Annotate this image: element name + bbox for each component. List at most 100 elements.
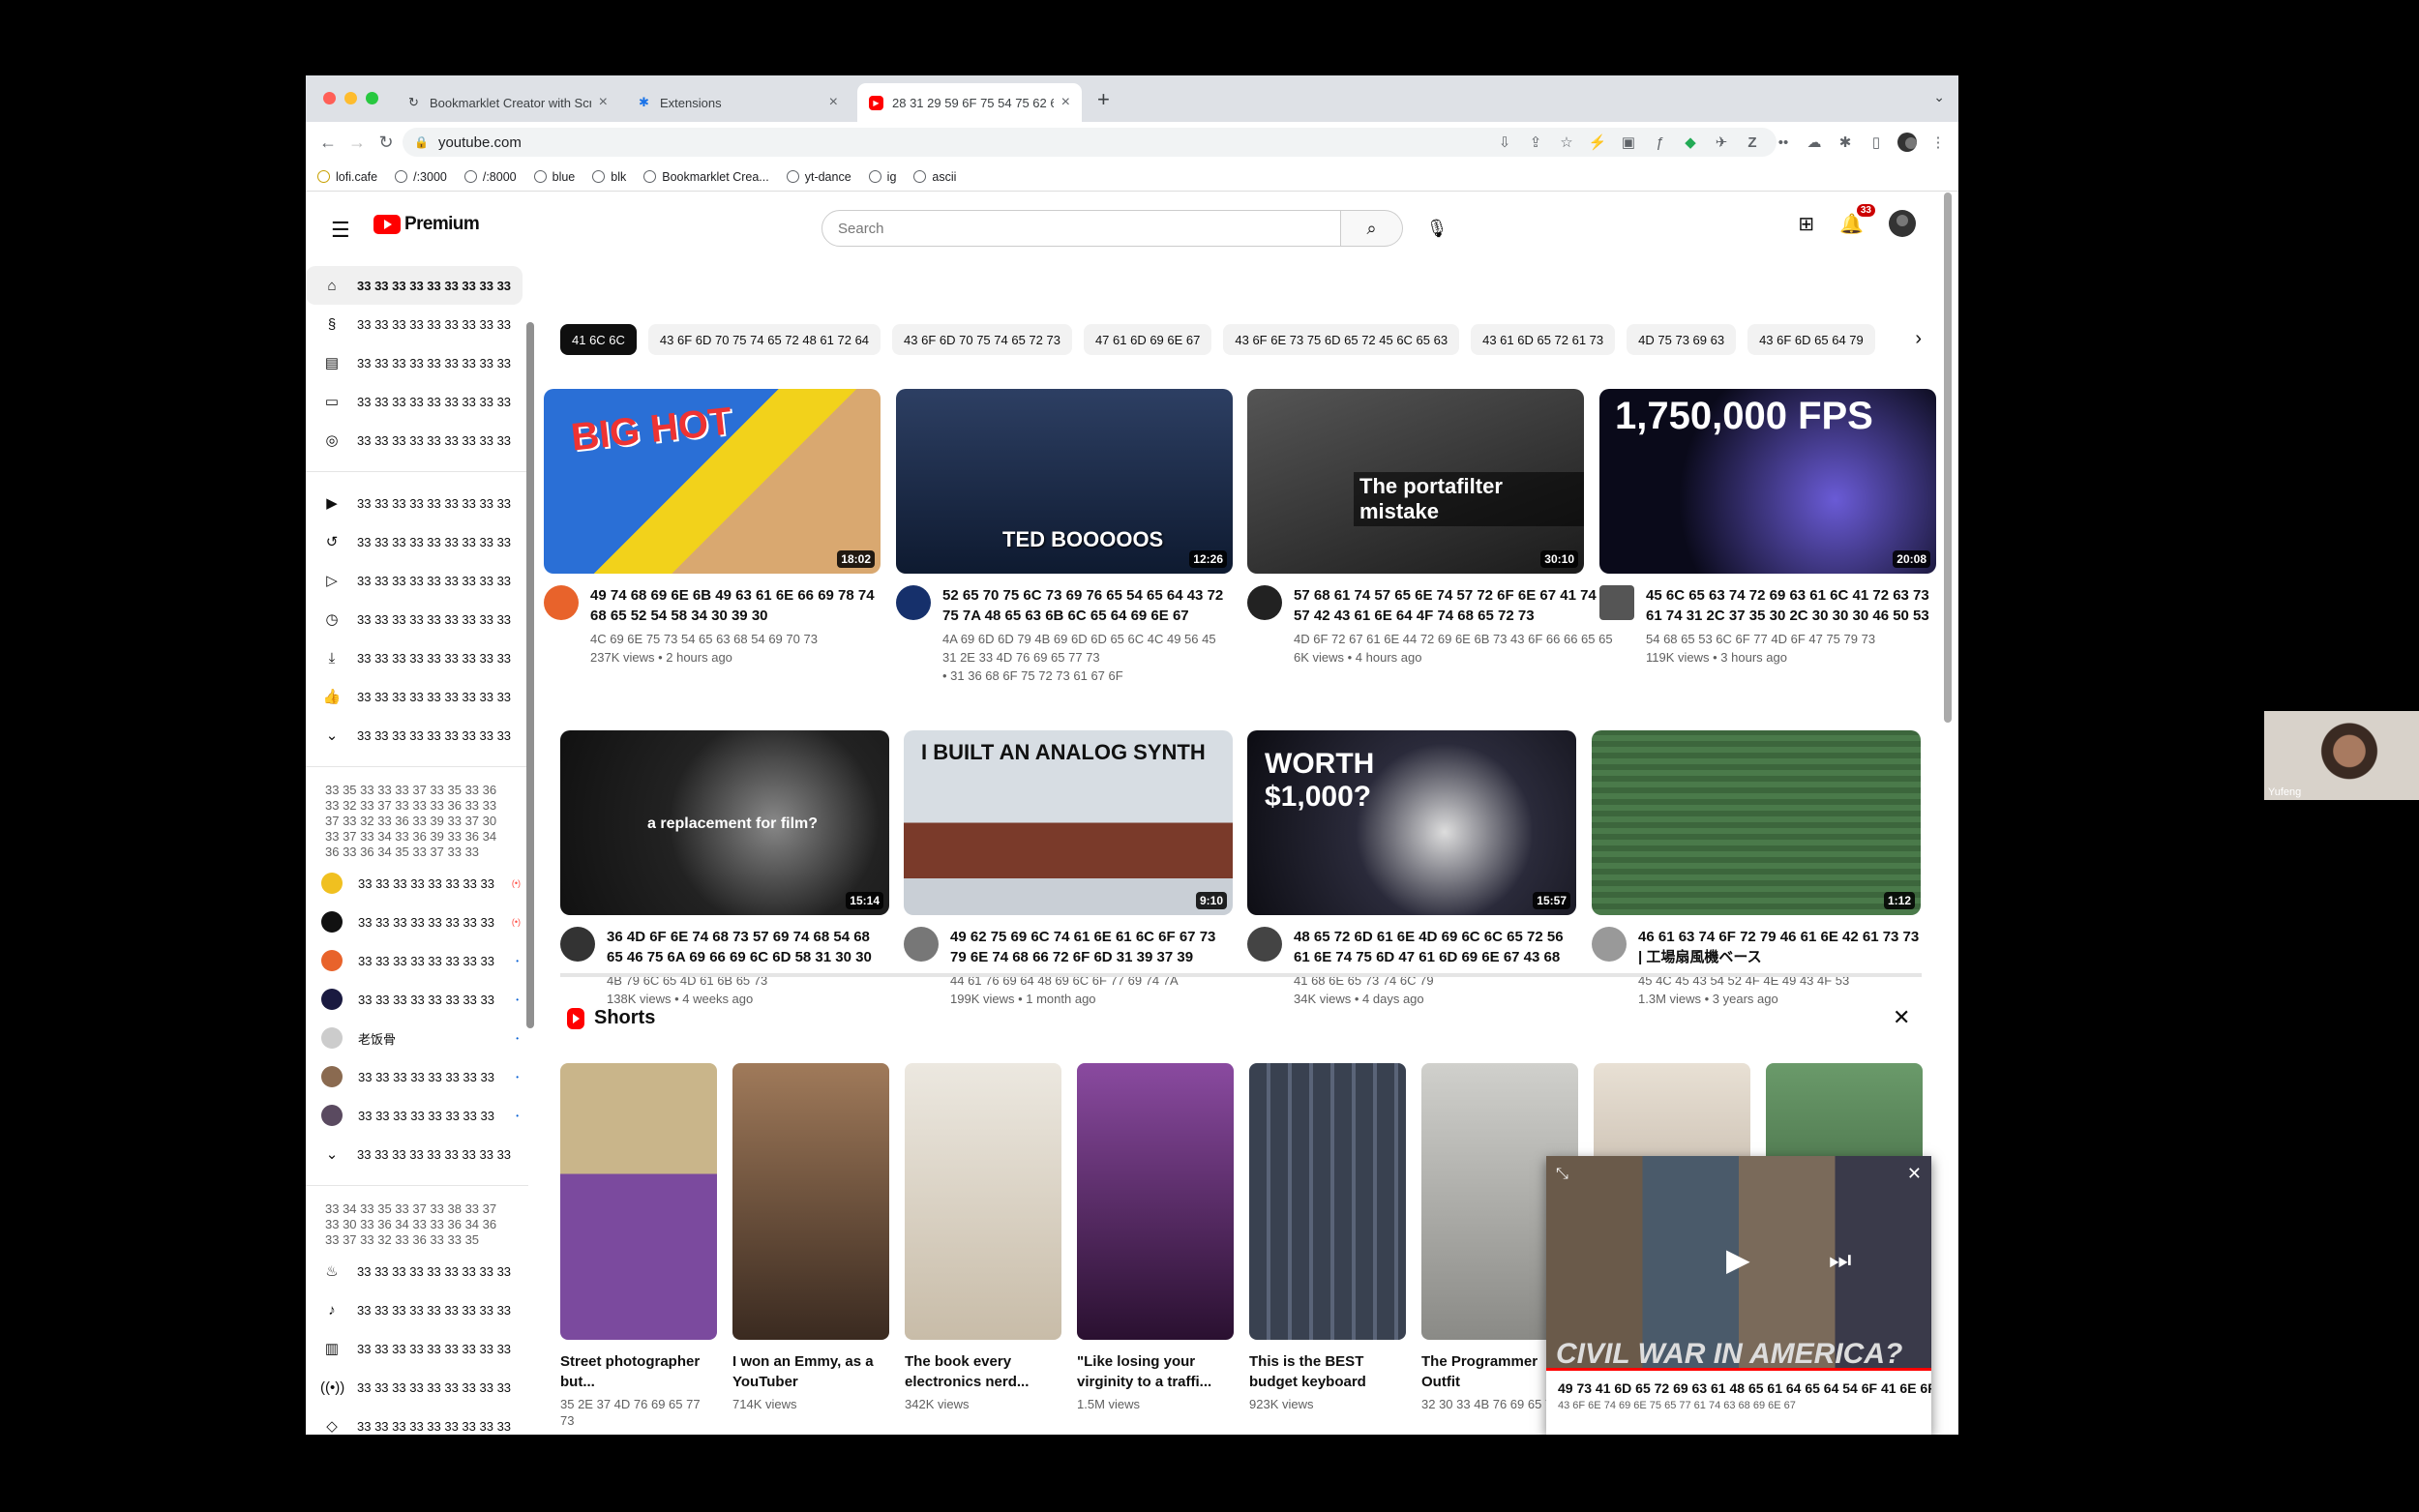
short-title[interactable]: Street photographer but... [560, 1351, 717, 1392]
channel-avatar[interactable] [1592, 927, 1627, 962]
sidebar-scrollbar[interactable] [526, 322, 534, 1028]
sidebar-item-watch-later[interactable]: ◷ 33 33 33 33 33 33 33 33 33 [306, 600, 528, 638]
short-thumbnail[interactable] [732, 1063, 889, 1340]
short-thumbnail[interactable] [1249, 1063, 1406, 1340]
sidebar-subscription[interactable]: 老饭骨 • [306, 1019, 528, 1057]
chip-all[interactable]: 41 6C 6C [560, 324, 637, 355]
microphone-icon[interactable]: 🎙 [1419, 210, 1455, 247]
star-icon[interactable]: ☆ [1554, 128, 1579, 157]
channel-name[interactable]: 54 68 65 53 6C 6F 77 4D 6F 47 75 79 73 [1646, 630, 1936, 648]
short-title[interactable]: The book every electronics nerd... [905, 1351, 1061, 1392]
sidebar-subscription[interactable]: 33 33 33 33 33 33 33 33 (•) [306, 864, 528, 903]
chip-filter[interactable]: 43 6F 6D 65 64 79 [1747, 324, 1875, 355]
sidebar-item-library[interactable]: ▶ 33 33 33 33 33 33 33 33 33 [306, 484, 528, 522]
video-card[interactable]: I BUILT AN ANALOG SYNTH 9:10 49 62 75 69… [904, 730, 1233, 1008]
create-video-icon[interactable]: ⊞ [1798, 212, 1814, 236]
sidebar-item-history[interactable]: ↺ 33 33 33 33 33 33 33 33 33 [306, 522, 528, 561]
short-card[interactable]: I won an Emmy, as a YouTuber 714K views [732, 1063, 889, 1412]
close-miniplayer-icon[interactable]: ✕ [1907, 1164, 1922, 1184]
forward-icon[interactable]: → [343, 133, 372, 153]
channel-avatar[interactable] [560, 927, 595, 962]
video-card[interactable]: WORTH $1,000? 15:57 48 65 72 6D 61 6E 4D… [1247, 730, 1576, 1008]
tab-extensions[interactable]: ✱ Extensions × [625, 83, 850, 122]
sidebar-subscription[interactable]: 33 33 33 33 33 33 33 33 • [306, 1057, 528, 1096]
chip-filter[interactable]: 43 6F 6D 70 75 74 65 72 73 [892, 324, 1072, 355]
youtube-premium-logo[interactable]: Premium [373, 214, 480, 235]
browser-menu-icon[interactable]: ⋮ [1926, 128, 1951, 157]
screen-extension-icon[interactable]: ▣ [1616, 128, 1641, 157]
sidebar-item-music[interactable]: ◎ 33 33 33 33 33 33 33 33 33 [306, 421, 528, 460]
video-thumbnail[interactable]: The portafilter mistake 30:10 [1247, 389, 1584, 574]
sidebar-item-live[interactable]: ((•)) 33 33 33 33 33 33 33 33 33 [306, 1368, 528, 1407]
share-icon[interactable]: ⇪ [1523, 128, 1548, 157]
chip-filter[interactable]: 47 61 6D 69 6E 67 [1083, 324, 1212, 355]
bookmark-lofi[interactable]: lofi.cafe [317, 170, 377, 184]
video-title[interactable]: 46 61 63 74 6F 72 79 46 61 6E 42 61 73 7… [1638, 927, 1921, 967]
video-title[interactable]: 49 62 75 69 6C 74 61 6E 61 6C 6F 67 73 7… [950, 927, 1233, 967]
sidebar-item-downloads[interactable]: ⤓ 33 33 33 33 33 33 33 33 33 [306, 638, 528, 677]
video-thumbnail[interactable]: BIG HOT 18:02 [544, 389, 881, 574]
sidebar-subscription[interactable]: 33 33 33 33 33 33 33 33 • [306, 941, 528, 980]
lightning-extension-icon[interactable]: ⚡ [1585, 128, 1610, 157]
back-icon[interactable]: ← [314, 133, 343, 153]
short-thumbnail[interactable] [1077, 1063, 1234, 1340]
bookmark-bookmarklet-creator[interactable]: Bookmarklet Crea... [643, 170, 769, 184]
puzzle-icon[interactable]: ✱ [1833, 128, 1858, 157]
short-card[interactable]: "Like losing your virginity to a traffi.… [1077, 1063, 1234, 1412]
close-window-button[interactable] [323, 92, 336, 104]
chip-filter[interactable]: 43 61 6D 65 72 61 73 [1471, 324, 1616, 355]
video-thumbnail[interactable]: I BUILT AN ANALOG SYNTH 9:10 [904, 730, 1233, 915]
rocket-extension-icon[interactable]: ✈ [1709, 128, 1734, 157]
video-title[interactable]: 57 68 61 74 57 65 6E 74 57 72 6F 6E 67 4… [1294, 585, 1613, 626]
sidebar-subscription[interactable]: 33 33 33 33 33 33 33 33 • [306, 980, 528, 1019]
sidebar-item-show-more[interactable]: ⌄ 33 33 33 33 33 33 33 33 33 [306, 716, 528, 755]
sidebar-item-gaming[interactable]: ◇ 33 33 33 33 33 33 33 33 33 [306, 1407, 528, 1435]
chip-filter[interactable]: 4D 75 73 69 63 [1627, 324, 1737, 355]
channel-avatar[interactable] [896, 585, 931, 620]
video-title[interactable]: 36 4D 6F 6E 74 68 73 57 69 74 68 54 68 6… [607, 927, 889, 967]
bookmark-yt-dance[interactable]: yt-dance [786, 170, 851, 184]
sidebar-item-music-note[interactable]: ♪ 33 33 33 33 33 33 33 33 33 [306, 1290, 528, 1329]
bookmark-8000[interactable]: /:8000 [463, 170, 517, 184]
sidebar-item-originals[interactable]: ▭ 33 33 33 33 33 33 33 33 33 [306, 382, 528, 421]
channel-avatar[interactable] [904, 927, 939, 962]
account-avatar[interactable] [1889, 210, 1916, 237]
zoom-window-button[interactable] [366, 92, 378, 104]
short-thumbnail[interactable] [905, 1063, 1061, 1340]
bookmark-blk[interactable]: blk [592, 170, 626, 184]
sidebar-subscription[interactable]: 33 33 33 33 33 33 33 33 • [306, 1096, 528, 1135]
video-thumbnail[interactable]: 1:12 [1592, 730, 1921, 915]
video-title[interactable]: 48 65 72 6D 61 6E 4D 69 6C 6C 65 72 56 6… [1294, 927, 1576, 967]
video-title[interactable]: 52 65 70 75 6C 73 69 76 65 54 65 64 43 7… [942, 585, 1233, 626]
cube-extension-icon[interactable]: ◆ [1678, 128, 1703, 157]
sidebar-subscription[interactable]: 33 33 33 33 33 33 33 33 (•) [306, 903, 528, 941]
chip-filter[interactable]: 43 6F 6E 73 75 6D 65 72 45 6C 65 63 [1223, 324, 1460, 355]
channel-avatar[interactable] [1599, 585, 1634, 620]
video-card[interactable]: BIG HOT 18:02 49 74 68 69 6E 6B 49 63 61… [544, 389, 881, 667]
video-card[interactable]: The portafilter mistake 30:10 57 68 61 7… [1247, 389, 1613, 667]
close-shelf-icon[interactable]: ✕ [1893, 1005, 1910, 1030]
sidebar-item-movies[interactable]: ▥ 33 33 33 33 33 33 33 33 33 [306, 1329, 528, 1368]
search-input[interactable]: Search [821, 210, 1341, 247]
sidebar-item-subscriptions[interactable]: ▤ 33 33 33 33 33 33 33 33 33 [306, 343, 528, 382]
video-title[interactable]: 49 74 68 69 6E 6B 49 63 61 6E 66 69 78 7… [590, 585, 881, 626]
tab-youtube[interactable]: ▶ 28 31 29 59 6F 75 54 75 62 65 × [857, 83, 1082, 122]
short-title[interactable]: "Like losing your virginity to a traffi.… [1077, 1351, 1234, 1392]
sidepanel-icon[interactable]: ▯ [1864, 128, 1889, 157]
sidebar-item-home[interactable]: ⌂ 33 33 33 33 33 33 33 33 33 [306, 266, 523, 305]
chip-filter[interactable]: 43 6F 6D 70 75 74 65 72 48 61 72 64 [647, 324, 881, 355]
channel-avatar[interactable] [1247, 585, 1282, 620]
tab-search-icon[interactable]: ⌄ [1933, 89, 1945, 105]
video-title[interactable]: 45 6C 65 63 74 72 69 63 61 6C 41 72 63 7… [1646, 585, 1936, 626]
video-thumbnail[interactable]: WORTH $1,000? 15:57 [1247, 730, 1576, 915]
channel-name[interactable]: 4D 6F 72 67 61 6E 44 72 69 6E 6B 73 43 6… [1294, 630, 1613, 648]
tab-bookmarklet-creator[interactable]: ↻ Bookmarklet Creator with Scrip × [395, 83, 619, 122]
sidebar-item-your-videos[interactable]: ▷ 33 33 33 33 33 33 33 33 33 [306, 561, 528, 600]
new-tab-icon[interactable]: + [1097, 87, 1110, 112]
channel-avatar[interactable] [1247, 927, 1282, 962]
channel-name[interactable]: 4A 69 6D 6D 79 4B 69 6D 6D 65 6C 4C 49 5… [942, 630, 1233, 648]
z-extension-icon[interactable]: Z [1740, 128, 1765, 157]
sidebar-item-shorts[interactable]: § 33 33 33 33 33 33 33 33 33 [306, 305, 528, 343]
close-tab-icon[interactable]: × [599, 94, 608, 111]
sidebar-item-liked[interactable]: 👍 33 33 33 33 33 33 33 33 33 [306, 677, 528, 716]
